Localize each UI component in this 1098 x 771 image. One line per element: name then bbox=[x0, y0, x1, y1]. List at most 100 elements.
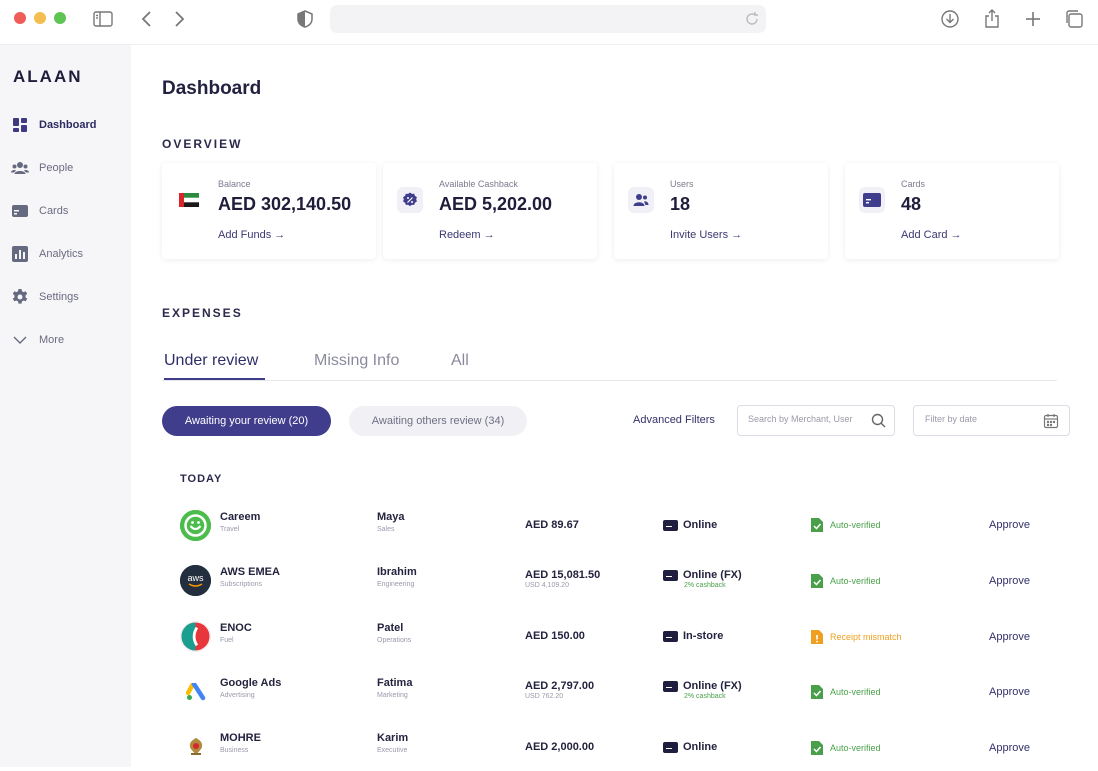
channel-label: In-store bbox=[683, 630, 724, 642]
close-window-button[interactable] bbox=[14, 12, 26, 24]
download-icon[interactable] bbox=[940, 9, 960, 29]
sidebar-item-dashboard[interactable]: Dashboard bbox=[0, 110, 131, 140]
tab-missing-info[interactable]: Missing Info bbox=[314, 352, 399, 370]
merchant-name: ENOC bbox=[220, 622, 252, 634]
card-icon bbox=[663, 630, 678, 642]
card-value: AED 302,140.50 bbox=[218, 194, 352, 214]
date-filter-field[interactable] bbox=[913, 405, 1070, 436]
cashback-icon bbox=[397, 187, 423, 213]
verification-status: Auto-verified bbox=[810, 573, 881, 589]
tab-under-review[interactable]: Under review bbox=[164, 352, 258, 370]
verification-status: Auto-verified bbox=[810, 740, 881, 756]
user-name: Ibrahim bbox=[377, 566, 417, 578]
shield-icon[interactable] bbox=[295, 9, 315, 29]
share-icon[interactable] bbox=[982, 9, 1002, 29]
channel-label: Online (FX) bbox=[683, 680, 742, 692]
date-filter-input[interactable] bbox=[925, 414, 1035, 424]
back-icon[interactable] bbox=[137, 9, 157, 29]
forward-icon[interactable] bbox=[169, 9, 189, 29]
overview-heading: OVERVIEW bbox=[162, 137, 243, 151]
receipt-check-icon bbox=[811, 518, 823, 532]
sidebar-item-cards[interactable]: Cards bbox=[0, 196, 131, 226]
sidebar-toggle-icon[interactable] bbox=[93, 9, 113, 29]
approve-button[interactable]: Approve bbox=[989, 575, 1030, 587]
sidebar-item-people[interactable]: People bbox=[0, 153, 131, 183]
merchant-category: Business bbox=[220, 747, 249, 754]
group-heading-today: TODAY bbox=[180, 473, 223, 485]
user-department: Engineering bbox=[377, 581, 415, 588]
expense-row[interactable]: Google Ads Advertising Fatima Marketing … bbox=[162, 666, 1057, 716]
card-value: AED 5,202.00 bbox=[439, 194, 553, 214]
sidebar-item-more[interactable]: More bbox=[0, 325, 131, 355]
channel: Online bbox=[663, 741, 717, 753]
sidebar: ALAAN Dashboard People Cards Analytics S… bbox=[0, 45, 131, 767]
expense-row[interactable]: aws AWS EMEA Subscriptions Ibrahim Engin… bbox=[162, 555, 1057, 605]
fx-amount: USD 4,109.20 bbox=[525, 582, 569, 589]
expense-row[interactable]: MOHRE Business Karim Executive AED 2,000… bbox=[162, 721, 1057, 771]
tabs-divider bbox=[162, 380, 1057, 381]
minimize-window-button[interactable] bbox=[34, 12, 46, 24]
tab-overview-icon[interactable] bbox=[1064, 9, 1084, 29]
calendar-icon[interactable] bbox=[1043, 413, 1059, 429]
approve-button[interactable]: Approve bbox=[989, 631, 1030, 643]
channel-label: Online (FX) bbox=[683, 569, 742, 581]
new-tab-icon[interactable] bbox=[1023, 9, 1043, 29]
awaiting-others-review-filter[interactable]: Awaiting others review (34) bbox=[349, 406, 527, 436]
analytics-icon bbox=[11, 245, 29, 263]
dashboard-icon bbox=[11, 116, 29, 134]
balance-card: Balance AED 302,140.50 Add Funds → bbox=[162, 163, 376, 259]
user-name: Patel bbox=[377, 622, 404, 634]
invite-users-link[interactable]: Invite Users → bbox=[670, 229, 742, 241]
gear-icon bbox=[11, 288, 29, 306]
verification-status: Receipt mismatch bbox=[810, 629, 902, 645]
sidebar-item-settings[interactable]: Settings bbox=[0, 282, 131, 312]
amount: AED 2,000.00 bbox=[525, 741, 595, 753]
receipt-check-icon bbox=[811, 741, 823, 755]
merchant-category: Subscriptions bbox=[220, 581, 263, 588]
expense-row[interactable]: Careem Travel Maya Sales AED 89.67 Onlin… bbox=[162, 500, 1057, 550]
card-label: Users bbox=[670, 179, 694, 189]
channel: Online bbox=[663, 519, 717, 531]
advanced-filters-button[interactable]: Advanced Filters bbox=[633, 414, 715, 426]
active-tab-indicator bbox=[164, 378, 265, 380]
app-logo[interactable]: ALAAN bbox=[13, 67, 83, 87]
approve-button[interactable]: Approve bbox=[989, 519, 1030, 531]
expenses-heading: EXPENSES bbox=[162, 306, 243, 320]
card-label: Cards bbox=[901, 179, 926, 189]
zoom-window-button[interactable] bbox=[54, 12, 66, 24]
reload-icon[interactable] bbox=[744, 11, 760, 27]
channel: In-store bbox=[663, 630, 723, 642]
card-icon bbox=[663, 680, 678, 692]
add-funds-link[interactable]: Add Funds → bbox=[218, 229, 285, 241]
amount: AED 150.00 bbox=[525, 630, 585, 642]
channel: Online (FX) bbox=[663, 680, 742, 692]
address-bar[interactable] bbox=[330, 5, 766, 33]
expense-row[interactable]: ENOC Fuel Patel Operations AED 150.00 In… bbox=[162, 611, 1057, 661]
approve-button[interactable]: Approve bbox=[989, 686, 1030, 698]
card-label: Available Cashback bbox=[439, 179, 518, 189]
svg-text:aws: aws bbox=[187, 573, 204, 583]
users-icon bbox=[628, 187, 654, 213]
tab-all[interactable]: All bbox=[451, 352, 469, 370]
card-icon bbox=[11, 202, 29, 220]
search-icon[interactable] bbox=[871, 413, 886, 428]
merchant-name: Careem bbox=[220, 511, 261, 523]
merchant-category: Advertising bbox=[220, 692, 255, 699]
amount: AED 89.67 bbox=[525, 519, 579, 531]
mohre-emblem-icon bbox=[180, 731, 211, 762]
user-department: Operations bbox=[377, 637, 412, 644]
card-value: 48 bbox=[901, 194, 922, 214]
search-input[interactable] bbox=[748, 414, 866, 424]
add-card-link[interactable]: Add Card → bbox=[901, 229, 962, 241]
search-field[interactable] bbox=[737, 405, 895, 436]
merchant-name: AWS EMEA bbox=[220, 566, 280, 578]
approve-button[interactable]: Approve bbox=[989, 742, 1030, 754]
status-label: Auto-verified bbox=[830, 520, 881, 530]
chevron-down-icon bbox=[11, 331, 29, 349]
sidebar-item-label: Analytics bbox=[39, 248, 84, 260]
awaiting-your-review-filter[interactable]: Awaiting your review (20) bbox=[162, 406, 331, 436]
sidebar-item-analytics[interactable]: Analytics bbox=[0, 239, 131, 269]
redeem-link[interactable]: Redeem → bbox=[439, 229, 495, 241]
enoc-logo-icon bbox=[180, 621, 211, 652]
page-title: Dashboard bbox=[162, 78, 262, 99]
